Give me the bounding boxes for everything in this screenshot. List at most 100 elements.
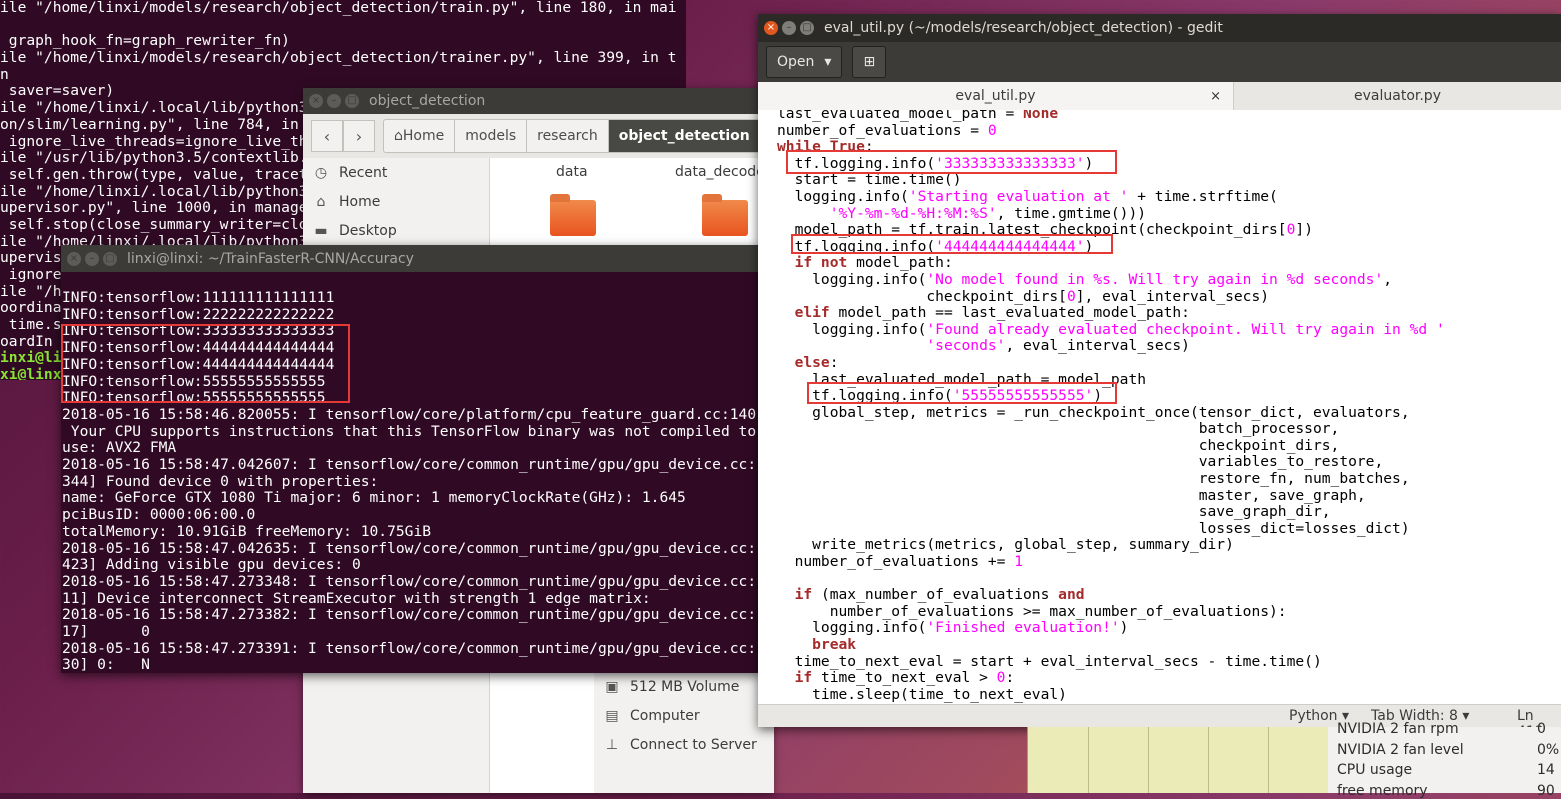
code-line: losses_dict=losses_dict) bbox=[777, 519, 1410, 537]
terminal-line: 17] 0 bbox=[62, 623, 150, 641]
code-line: save_graph_dir, bbox=[777, 503, 1331, 521]
tab-eval-util[interactable]: eval_util.py × bbox=[758, 82, 1234, 110]
sensor-value: 14 bbox=[1537, 762, 1555, 778]
maximize-icon[interactable]: □ bbox=[103, 251, 117, 266]
sidebar-item-recent[interactable]: ◷ Recent bbox=[303, 158, 489, 187]
clock-icon: ◷ bbox=[314, 164, 328, 181]
tab-bar: eval_util.py × evaluator.py bbox=[758, 82, 1561, 111]
code-line: 'seconds', eval_interval_secs) bbox=[926, 337, 1190, 355]
close-icon[interactable]: × bbox=[67, 251, 81, 266]
highlight-box bbox=[786, 150, 1117, 174]
sensor-value: 90 bbox=[1537, 782, 1555, 799]
sidebar-item-connect-server[interactable]: ⊥ Connect to Server bbox=[594, 730, 774, 759]
highlight-box bbox=[807, 382, 1117, 404]
folder-icon[interactable] bbox=[702, 194, 748, 236]
file-manager-title: object_detection bbox=[369, 93, 486, 109]
back-button[interactable]: ‹ bbox=[311, 120, 343, 152]
close-icon[interactable]: × bbox=[764, 21, 778, 35]
code-editor[interactable]: last_evaluated_model_path = None number_o… bbox=[758, 110, 1561, 705]
code-line: '%Y-%m-%d-%H:%M:%S', time.gmtime())) bbox=[829, 204, 1147, 222]
terminal-line: 2018-05-16 15:58:47.273348: I tensorflow… bbox=[62, 572, 757, 590]
system-monitor: NVIDIA 2 fan rpm 0 NVIDIA 2 fan level 0% CPU… bbox=[1027, 721, 1561, 799]
new-tab-button[interactable]: ⊞ bbox=[852, 46, 887, 78]
breadcrumb-research[interactable]: research bbox=[527, 120, 609, 152]
code-line: number_of_evaluations += 1 bbox=[777, 553, 1024, 571]
terminal-line: use: AVX2 FMA bbox=[62, 439, 177, 457]
code-line: number_of_evaluations >= max_number_of_e… bbox=[777, 602, 1287, 620]
file-manager-sidebar-bottom: ▣ 512 MB Volume ▤ Computer ⊥ Connect to Ser… bbox=[594, 672, 774, 793]
sidebar-item-home[interactable]: ⌂ Home bbox=[303, 187, 489, 216]
terminal-line: graph_hook_fn=graph_rewriter_fn) bbox=[0, 32, 290, 50]
code-line: logging.info('Finished evaluation!') bbox=[777, 619, 1129, 637]
sidebar-item-desktop[interactable]: ▬ Desktop bbox=[303, 216, 489, 245]
home-icon: ⌂ bbox=[316, 193, 326, 210]
forward-button[interactable]: › bbox=[343, 120, 375, 152]
code-line: global_step, metrics = _run_checkpoint_o… bbox=[777, 403, 1410, 421]
sensor-label: NVIDIA 2 fan level bbox=[1337, 741, 1464, 758]
sidebar-item-computer[interactable]: ▤ Computer bbox=[594, 701, 774, 730]
file-manager-titlebar: × – □ object_detection bbox=[303, 88, 773, 114]
folder-icon[interactable] bbox=[550, 194, 596, 236]
code-line: checkpoint_dirs, bbox=[777, 436, 1340, 454]
code-line: batch_processor, bbox=[777, 420, 1340, 438]
gedit-toolbar: Open ▾ ⊞ bbox=[758, 42, 1561, 82]
highlight-box bbox=[791, 234, 1113, 254]
sensor-label: free memory bbox=[1337, 782, 1428, 799]
front-terminal-window[interactable]: × – □ linxi@linxi: ~/TrainFasterR-CNN/Ac… bbox=[61, 245, 761, 673]
open-button[interactable]: Open ▾ bbox=[766, 46, 843, 78]
code-line: break bbox=[812, 636, 857, 653]
sensor-graph bbox=[1027, 727, 1328, 793]
code-line: logging.info('No model found in %s. Will… bbox=[777, 270, 1393, 288]
minimize-icon[interactable]: – bbox=[85, 251, 99, 266]
sidebar-item-volume[interactable]: ▣ 512 MB Volume bbox=[594, 672, 774, 701]
computer-icon: ▤ bbox=[605, 707, 619, 724]
terminal-line: INFO:tensorflow:222222222222222 bbox=[62, 305, 335, 323]
breadcrumb-object-detection[interactable]: object_detection bbox=[608, 120, 761, 152]
terminal-line: 423] Adding visible gpu devices: 0 bbox=[62, 556, 361, 574]
minimize-icon[interactable]: – bbox=[782, 21, 796, 35]
breadcrumb-models[interactable]: models bbox=[455, 120, 528, 152]
close-tab-icon[interactable]: × bbox=[1210, 89, 1221, 104]
terminal-line: ile "/home/linxi/models/research/object_… bbox=[0, 49, 677, 67]
tab-evaluator[interactable]: evaluator.py bbox=[1234, 82, 1561, 110]
code-line: checkpoint_dirs[0], eval_interval_secs) bbox=[777, 287, 1270, 305]
breadcrumb-home[interactable]: ⌂ Home bbox=[384, 120, 456, 152]
code-line: logging.info('Found already evaluated ch… bbox=[777, 320, 1445, 338]
code-line: else: bbox=[794, 353, 839, 371]
network-icon: ⊥ bbox=[605, 736, 619, 753]
sensor-value: 0% bbox=[1537, 741, 1560, 758]
terminal-line: 2018-05-16 15:58:47.042635: I tensorflow… bbox=[62, 539, 757, 557]
gedit-title: eval_util.py (~/models/research/object_d… bbox=[824, 20, 1223, 36]
terminal-title: linxi@linxi: ~/TrainFasterR-CNN/Accuracy bbox=[127, 250, 414, 267]
chevron-left-icon: ‹ bbox=[323, 126, 331, 146]
terminal-line: n bbox=[0, 65, 9, 83]
highlight-box bbox=[61, 324, 350, 403]
sensor-label: CPU usage bbox=[1337, 762, 1413, 778]
code-line: write_metrics(metrics, global_step, summ… bbox=[777, 536, 1234, 554]
chevron-right-icon: › bbox=[355, 126, 363, 146]
gedit-titlebar: × – □ eval_util.py (~/models/research/ob… bbox=[758, 14, 1561, 42]
folder-label-data[interactable]: data bbox=[556, 164, 588, 180]
code-line: elif model_path == last_evaluated_model_… bbox=[794, 304, 1190, 322]
maximize-icon[interactable]: □ bbox=[345, 94, 359, 108]
code-line: number_of_evaluations = 0 bbox=[777, 121, 997, 139]
gedit-window: × – □ eval_util.py (~/models/research/ob… bbox=[758, 14, 1561, 727]
maximize-icon[interactable]: □ bbox=[800, 21, 814, 35]
terminal-line: name: GeForce GTX 1080 Ti major: 6 minor… bbox=[62, 489, 686, 507]
terminal-titlebar: × – □ linxi@linxi: ~/TrainFasterR-CNN/Ac… bbox=[61, 245, 761, 272]
terminal-line: 2018-05-16 15:58:47.273391: I tensorflow… bbox=[62, 639, 757, 657]
terminal-line: 344] Found device 0 with properties: bbox=[62, 472, 379, 490]
close-icon[interactable]: × bbox=[309, 94, 323, 108]
terminal-line: 30] 0: N bbox=[62, 656, 150, 673]
minimize-icon[interactable]: – bbox=[327, 94, 341, 108]
terminal-line: ile "/home/linxi/models/research/object_… bbox=[0, 0, 677, 16]
code-line: if time_to_next_eval > 0: bbox=[794, 669, 1015, 687]
terminal-line: pciBusID: 0000:06:00.0 bbox=[62, 506, 256, 524]
chevron-down-icon: ▾ bbox=[824, 54, 832, 70]
code-line: restore_fn, num_batches, bbox=[777, 470, 1410, 488]
code-line: start = time.time() bbox=[777, 171, 962, 189]
code-line: time.sleep(time_to_next_eval) bbox=[777, 685, 1067, 703]
terminal-line: totalMemory: 10.91GiB freeMemory: 10.75G… bbox=[62, 522, 432, 540]
